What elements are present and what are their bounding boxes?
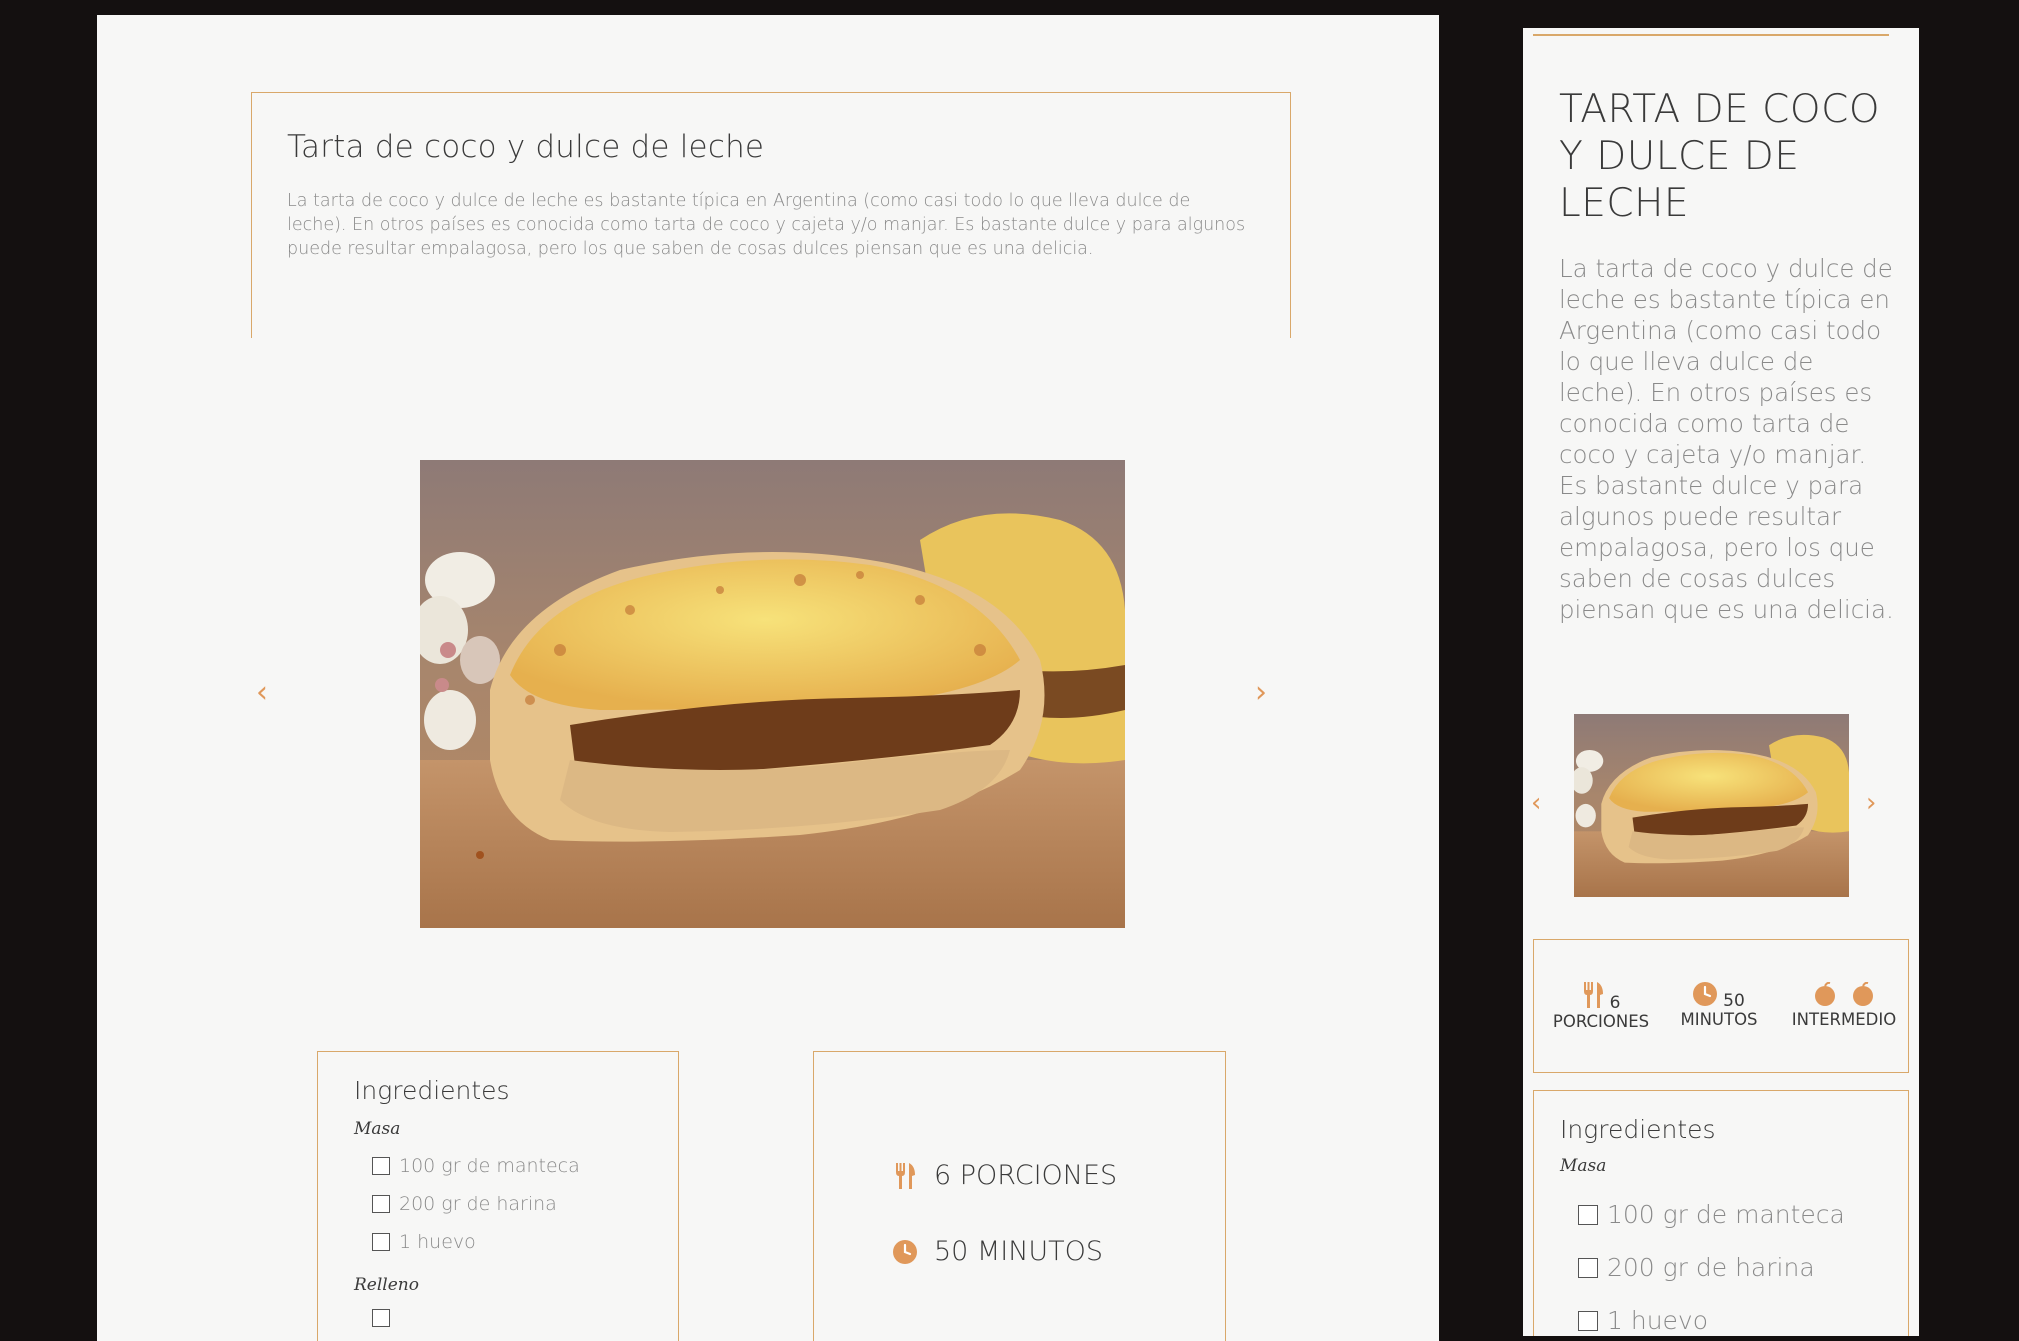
ingredient-item[interactable]: 1 huevo	[372, 1231, 642, 1253]
stat-portions: 6 PORCIONES	[1546, 982, 1656, 1031]
recipe-photo-mobile	[1574, 714, 1849, 897]
recipe-photo	[420, 460, 1125, 928]
recipe-title-mobile: TARTA DE COCO Y DULCE DE LECHE	[1559, 87, 1881, 226]
recipe-description-mobile: La tarta de coco y dulce de leche es bas…	[1559, 254, 1894, 624]
recipe-stats-card: 6 PORCIONES 50 MINUTOS INTERMEDIO	[1533, 939, 1909, 1073]
top-divider	[1533, 34, 1889, 36]
ingredient-label: 200 gr de harina	[399, 1193, 557, 1215]
chevron-right-icon[interactable]: ›	[1866, 790, 1876, 816]
ingredient-item[interactable]: 100 gr de manteca	[372, 1155, 642, 1177]
portions-row: 6 PORCIONES	[890, 1160, 1117, 1191]
portions-text: 6 PORCIONES	[934, 1160, 1118, 1191]
chevron-left-icon[interactable]: ‹	[1531, 790, 1541, 816]
recipe-info-card: 6 PORCIONES 50 MINUTOS	[813, 1051, 1226, 1341]
recipe-header-card: Tarta de coco y dulce de leche La tarta …	[251, 92, 1291, 338]
clock-icon	[890, 1239, 920, 1264]
recipe-description: La tarta de coco y dulce de leche es bas…	[287, 191, 1246, 259]
clock-icon	[1693, 982, 1718, 1010]
group-label-masa: Masa	[1560, 1156, 1607, 1176]
apple-icon	[1814, 981, 1836, 1010]
cutlery-icon	[890, 1162, 920, 1189]
cutlery-icon	[1582, 982, 1604, 1012]
ingredient-label: 1 huevo	[1607, 1306, 1709, 1335]
checkbox[interactable]	[372, 1195, 390, 1213]
portions-label: PORCIONES	[1552, 1012, 1650, 1031]
checkbox[interactable]	[1578, 1257, 1598, 1278]
ingredients-title: Ingredientes	[354, 1076, 510, 1105]
minutes-number: 50	[1723, 991, 1745, 1011]
checkbox[interactable]	[372, 1157, 390, 1175]
checkbox[interactable]	[372, 1233, 390, 1251]
ingredient-item[interactable]: 200 gr de harina	[1578, 1253, 1882, 1282]
difficulty-label: INTERMEDIO	[1791, 1010, 1897, 1029]
image-carousel: ‹ ›	[251, 460, 1291, 930]
chevron-left-icon[interactable]: ‹	[256, 678, 268, 708]
ingredients-title: Ingredientes	[1560, 1115, 1716, 1144]
ingredient-item[interactable]: 100 gr de manteca	[1578, 1200, 1882, 1229]
ingredient-item[interactable]	[372, 1309, 642, 1327]
ingredient-item[interactable]: 1 huevo	[1578, 1306, 1882, 1335]
minutes-text: 50 MINUTOS	[934, 1236, 1104, 1267]
stat-minutes: 50 MINUTOS	[1674, 982, 1764, 1029]
checkbox[interactable]	[372, 1309, 390, 1327]
ingredients-card: Ingredientes Masa 100 gr de manteca 200 …	[317, 1051, 679, 1341]
checkbox[interactable]	[1578, 1310, 1598, 1331]
stat-difficulty: INTERMEDIO	[1784, 981, 1904, 1029]
desktop-view: Tarta de coco y dulce de leche La tarta …	[97, 15, 1439, 1341]
minutes-row: 50 MINUTOS	[890, 1236, 1103, 1267]
ingredient-label: 1 huevo	[399, 1231, 476, 1253]
recipe-title: Tarta de coco y dulce de leche	[287, 129, 765, 165]
mobile-view: TARTA DE COCO Y DULCE DE LECHE La tarta …	[1523, 28, 1919, 1336]
group-label-masa: Masa	[354, 1119, 401, 1139]
ingredients-card-mobile: Ingredientes Masa 100 gr de manteca 200 …	[1533, 1090, 1909, 1336]
ingredient-label: 100 gr de manteca	[399, 1155, 580, 1177]
group-label-relleno: Relleno	[354, 1275, 419, 1295]
portions-number: 6	[1609, 993, 1621, 1013]
apple-icon	[1852, 981, 1874, 1010]
ingredient-item[interactable]: 200 gr de harina	[372, 1193, 642, 1215]
chevron-right-icon[interactable]: ›	[1255, 678, 1267, 708]
checkbox[interactable]	[1578, 1204, 1598, 1225]
minutes-label: MINUTOS	[1680, 1010, 1758, 1029]
ingredient-label: 200 gr de harina	[1607, 1253, 1815, 1282]
ingredient-label: 100 gr de manteca	[1607, 1200, 1845, 1229]
